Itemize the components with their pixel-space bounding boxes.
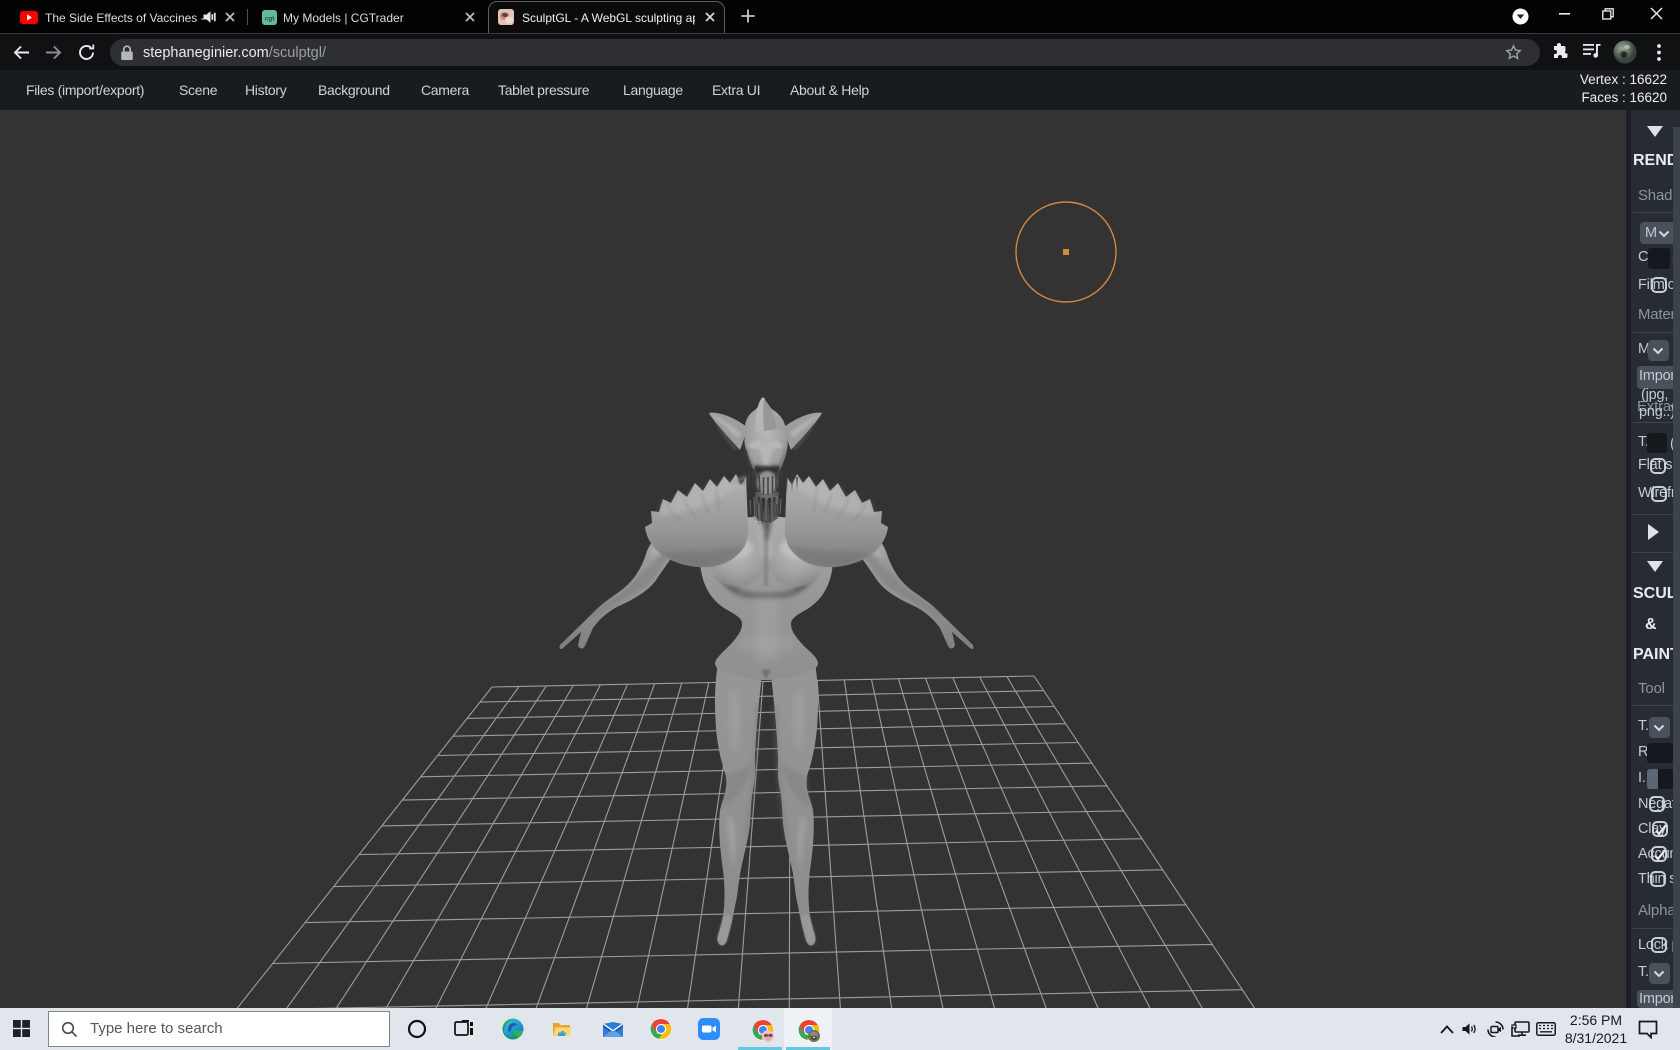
svg-text:cgt: cgt — [265, 16, 276, 23]
